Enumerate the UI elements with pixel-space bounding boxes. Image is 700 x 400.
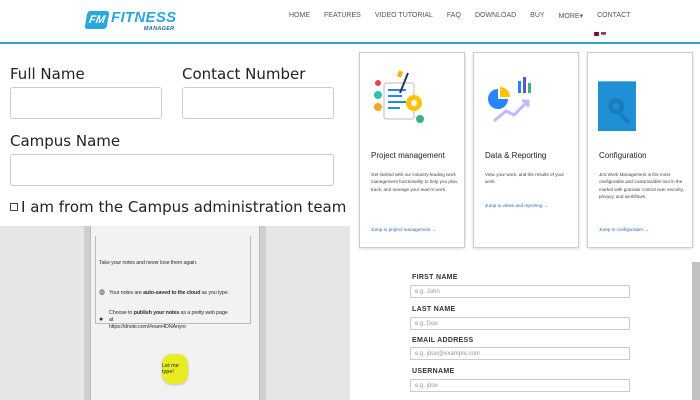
- email-address-label: EMAIL ADDRESS: [412, 337, 474, 344]
- notes-intro-text: Take your notes and never lose them agai…: [99, 260, 198, 266]
- jump-to-views-and-reporting-link[interactable]: Jump to views and reporting →: [485, 203, 548, 208]
- logo-badge: FM: [84, 11, 110, 29]
- site-header: FM FITNESS MANAGER HOME FEATURES VIDEO T…: [0, 0, 700, 44]
- notes-point1-post: as you type.: [200, 290, 229, 296]
- nav-more-dropdown[interactable]: MORE▾: [559, 12, 584, 20]
- publish-bullet-icon: ●: [99, 316, 104, 323]
- nav-features[interactable]: FEATURES: [324, 12, 361, 20]
- notes-point-autosave: Your notes are auto-saved to the cloud a…: [109, 290, 229, 297]
- campus-name-label: Campus Name: [10, 132, 121, 150]
- jump-to-configuration-link[interactable]: Jump to configuration →: [599, 227, 649, 232]
- main-nav: HOME FEATURES VIDEO TUTORIAL FAQ DOWNLOA…: [289, 12, 644, 20]
- project-management-icon: [374, 70, 424, 123]
- card-title: Data & Reporting: [485, 151, 547, 160]
- notes-point2-url: https://dnote.com/#eam4DNAnyre: [109, 324, 186, 331]
- notes-point-publish: Choose to publish your notes as a pretty…: [109, 310, 229, 331]
- full-name-label: Full Name: [10, 65, 85, 83]
- card-description: View your work, and the results of your …: [485, 172, 565, 185]
- notes-point1-bold: auto-saved to the cloud: [143, 290, 201, 296]
- data-reporting-icon: [488, 77, 531, 123]
- contact-number-label: Contact Number: [182, 65, 306, 83]
- email-address-input[interactable]: e.g. jdoe@example.com: [410, 347, 630, 360]
- first-name-input[interactable]: e.g. John: [410, 285, 630, 298]
- card-title: Project management: [371, 151, 445, 160]
- let-me-type-button[interactable]: Let me type!: [162, 354, 188, 384]
- campus-name-input[interactable]: [10, 154, 334, 186]
- full-name-input[interactable]: [10, 87, 162, 119]
- campus-admin-checkbox-label: I am from the Campus administration team: [21, 198, 347, 216]
- nav-buy[interactable]: BUY: [530, 12, 544, 20]
- notes-point2-bold: publish your notes: [133, 310, 180, 316]
- campus-admin-checkbox[interactable]: [10, 203, 18, 211]
- uk-flag-icon[interactable]: [594, 32, 599, 36]
- notes-demo-card: Take your notes and never lose them agai…: [90, 226, 260, 400]
- card-project-management: Project management Get started with our …: [359, 52, 465, 248]
- campus-admin-checkbox-row: I am from the Campus administration team: [10, 198, 346, 216]
- card-title: Configuration: [599, 151, 647, 160]
- card-configuration: Configuration Jira Work Management is th…: [587, 52, 693, 248]
- nav-home[interactable]: HOME: [289, 12, 310, 20]
- fitness-manager-logo[interactable]: FM FITNESS MANAGER: [84, 6, 176, 34]
- logo-main-text: FITNESS: [111, 8, 177, 26]
- cloud-bullet-icon: ◍: [99, 289, 106, 296]
- card-description: Jira Work Management is the most configu…: [599, 172, 684, 200]
- jump-to-project-management-link[interactable]: Jump to project management →: [371, 227, 436, 232]
- logo-text: FITNESS MANAGER: [111, 9, 176, 32]
- username-input[interactable]: e.g. jdoe: [410, 379, 630, 392]
- language-flags: [594, 32, 606, 36]
- configuration-icon: [598, 81, 636, 131]
- nav-download[interactable]: DOWNLOAD: [475, 12, 516, 20]
- last-name-label: LAST NAME: [412, 306, 456, 313]
- serbia-flag-icon[interactable]: [601, 32, 606, 36]
- last-name-input[interactable]: e.g. Doe: [410, 317, 630, 330]
- card-data-reporting: Data & Reporting View your work, and the…: [473, 52, 579, 248]
- nav-contact[interactable]: CONTACT: [597, 12, 630, 20]
- contact-number-input[interactable]: [182, 87, 334, 119]
- page-scrollbar[interactable]: [692, 262, 700, 400]
- notes-point1-pre: Your notes are: [109, 290, 144, 296]
- card-description: Get started with our industry-leading wo…: [371, 172, 459, 192]
- logo-sub-text: MANAGER: [143, 25, 175, 32]
- nav-faq[interactable]: FAQ: [447, 12, 461, 20]
- nav-video-tutorial[interactable]: VIDEO TUTORIAL: [375, 12, 433, 20]
- username-label: USERNAME: [412, 368, 455, 375]
- first-name-label: FIRST NAME: [412, 274, 458, 281]
- notes-point2-pre: Choose to: [109, 310, 134, 316]
